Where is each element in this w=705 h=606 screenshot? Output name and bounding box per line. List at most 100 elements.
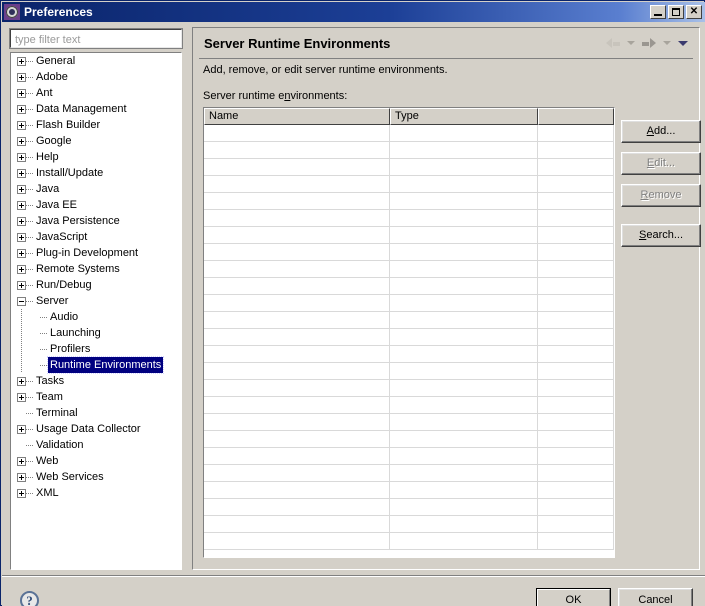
- question-mark-icon[interactable]: ?: [20, 591, 39, 606]
- expand-plus-icon[interactable]: [17, 473, 26, 482]
- table-row[interactable]: [204, 312, 614, 329]
- tree-connector-line: [21, 309, 22, 325]
- expand-plus-icon[interactable]: [17, 137, 26, 146]
- cancel-button[interactable]: Cancel: [618, 588, 693, 606]
- ok-button[interactable]: OK: [536, 588, 611, 606]
- table-cell: [538, 465, 614, 481]
- tree-item-audio[interactable]: Audio: [11, 309, 181, 325]
- tree-item-adobe[interactable]: Adobe: [11, 69, 181, 85]
- tree-item-ant[interactable]: Ant: [11, 85, 181, 101]
- expand-plus-icon[interactable]: [17, 153, 26, 162]
- maximize-button[interactable]: [668, 5, 684, 19]
- page-title: Server Runtime Environments: [204, 36, 390, 51]
- table-cell: [204, 533, 390, 549]
- table-row[interactable]: [204, 533, 614, 550]
- table-row[interactable]: [204, 516, 614, 533]
- expand-plus-icon[interactable]: [17, 169, 26, 178]
- tree-item-plug-in-development[interactable]: Plug-in Development: [11, 245, 181, 261]
- forward-history-chevron-down-icon[interactable]: [663, 41, 671, 45]
- tree-item-label: Data Management: [34, 101, 129, 117]
- table-cell: [538, 533, 614, 549]
- table-cell: [204, 431, 390, 447]
- table-row[interactable]: [204, 465, 614, 482]
- expand-plus-icon[interactable]: [17, 105, 26, 114]
- table-row[interactable]: [204, 414, 614, 431]
- tree-item-profilers[interactable]: Profilers: [11, 341, 181, 357]
- tree-item-label: Team: [34, 389, 65, 405]
- tree-connector-dots: [40, 333, 48, 334]
- expand-plus-icon[interactable]: [17, 249, 26, 258]
- tree-connector-dots: [26, 269, 34, 270]
- tree-item-google[interactable]: Google: [11, 133, 181, 149]
- title-bar[interactable]: Preferences ✕: [2, 2, 705, 22]
- table-row[interactable]: [204, 346, 614, 363]
- tree-item-launching[interactable]: Launching: [11, 325, 181, 341]
- search-input[interactable]: [11, 32, 181, 49]
- tree-item-java-ee[interactable]: Java EE: [11, 197, 181, 213]
- expand-plus-icon[interactable]: [17, 377, 26, 386]
- tree-item-general[interactable]: General: [11, 53, 181, 69]
- tree-item-install-update[interactable]: Install/Update: [11, 165, 181, 181]
- tree-item-remote-systems[interactable]: Remote Systems: [11, 261, 181, 277]
- tree-item-usage-data-collector[interactable]: Usage Data Collector: [11, 421, 181, 437]
- table-row[interactable]: [204, 329, 614, 346]
- close-button[interactable]: ✕: [686, 5, 702, 19]
- expand-plus-icon[interactable]: [17, 217, 26, 226]
- tree-item-help[interactable]: Help: [11, 149, 181, 165]
- expand-plus-icon[interactable]: [17, 265, 26, 274]
- tree-item-data-management[interactable]: Data Management: [11, 101, 181, 117]
- expand-plus-icon[interactable]: [17, 457, 26, 466]
- search-button[interactable]: Search...: [621, 224, 701, 247]
- table-row[interactable]: [204, 380, 614, 397]
- preferences-tree[interactable]: GeneralAdobeAntData ManagementFlash Buil…: [10, 52, 182, 570]
- tree-item-web-services[interactable]: Web Services: [11, 469, 181, 485]
- arrow-left-icon[interactable]: [606, 38, 620, 49]
- tree-item-validation[interactable]: Validation: [11, 437, 181, 453]
- tree-item-team[interactable]: Team: [11, 389, 181, 405]
- table-actions: Add...Edit...RemoveSearch...: [193, 107, 701, 307]
- table-row[interactable]: [204, 448, 614, 465]
- table-row[interactable]: [204, 397, 614, 414]
- expand-plus-icon[interactable]: [17, 233, 26, 242]
- tree-item-javascript[interactable]: JavaScript: [11, 229, 181, 245]
- tree-item-label: Java: [34, 181, 61, 197]
- expand-plus-icon[interactable]: [17, 73, 26, 82]
- table-row[interactable]: [204, 431, 614, 448]
- table-cell: [204, 499, 390, 515]
- tree-item-run-debug[interactable]: Run/Debug: [11, 277, 181, 293]
- tree-item-terminal[interactable]: Terminal: [11, 405, 181, 421]
- close-icon: ✕: [687, 6, 701, 18]
- filter-field[interactable]: [10, 29, 182, 48]
- tree-item-tasks[interactable]: Tasks: [11, 373, 181, 389]
- tree-item-flash-builder[interactable]: Flash Builder: [11, 117, 181, 133]
- minimize-button[interactable]: [650, 5, 666, 19]
- tree-item-java[interactable]: Java: [11, 181, 181, 197]
- expand-plus-icon[interactable]: [17, 425, 26, 434]
- table-row[interactable]: [204, 482, 614, 499]
- arrow-right-icon[interactable]: [642, 38, 656, 49]
- tree-item-xml[interactable]: XML: [11, 485, 181, 501]
- tree-item-server[interactable]: Server: [11, 293, 181, 309]
- view-menu-chevron-down-icon[interactable]: [678, 41, 688, 46]
- expand-plus-icon[interactable]: [17, 121, 26, 130]
- table-cell: [390, 380, 538, 396]
- expand-plus-icon[interactable]: [17, 185, 26, 194]
- back-history-chevron-down-icon[interactable]: [627, 41, 635, 45]
- tree-item-java-persistence[interactable]: Java Persistence: [11, 213, 181, 229]
- tree-item-runtime-environments[interactable]: Runtime Environments: [11, 357, 181, 373]
- expand-plus-icon[interactable]: [17, 393, 26, 402]
- expand-plus-icon[interactable]: [17, 201, 26, 210]
- expand-plus-icon[interactable]: [17, 281, 26, 290]
- table-row[interactable]: [204, 363, 614, 380]
- tree-item-label: Tasks: [34, 373, 66, 389]
- add-button[interactable]: Add...: [621, 120, 701, 143]
- tree-item-web[interactable]: Web: [11, 453, 181, 469]
- collapse-minus-icon[interactable]: [17, 297, 26, 306]
- tree-connector-dots: [26, 61, 34, 62]
- table-row[interactable]: [204, 499, 614, 516]
- expand-plus-icon[interactable]: [17, 57, 26, 66]
- expand-plus-icon[interactable]: [17, 489, 26, 498]
- tree-connector-dots: [26, 413, 34, 414]
- expand-plus-icon[interactable]: [17, 89, 26, 98]
- tree-item-label: Adobe: [34, 69, 70, 85]
